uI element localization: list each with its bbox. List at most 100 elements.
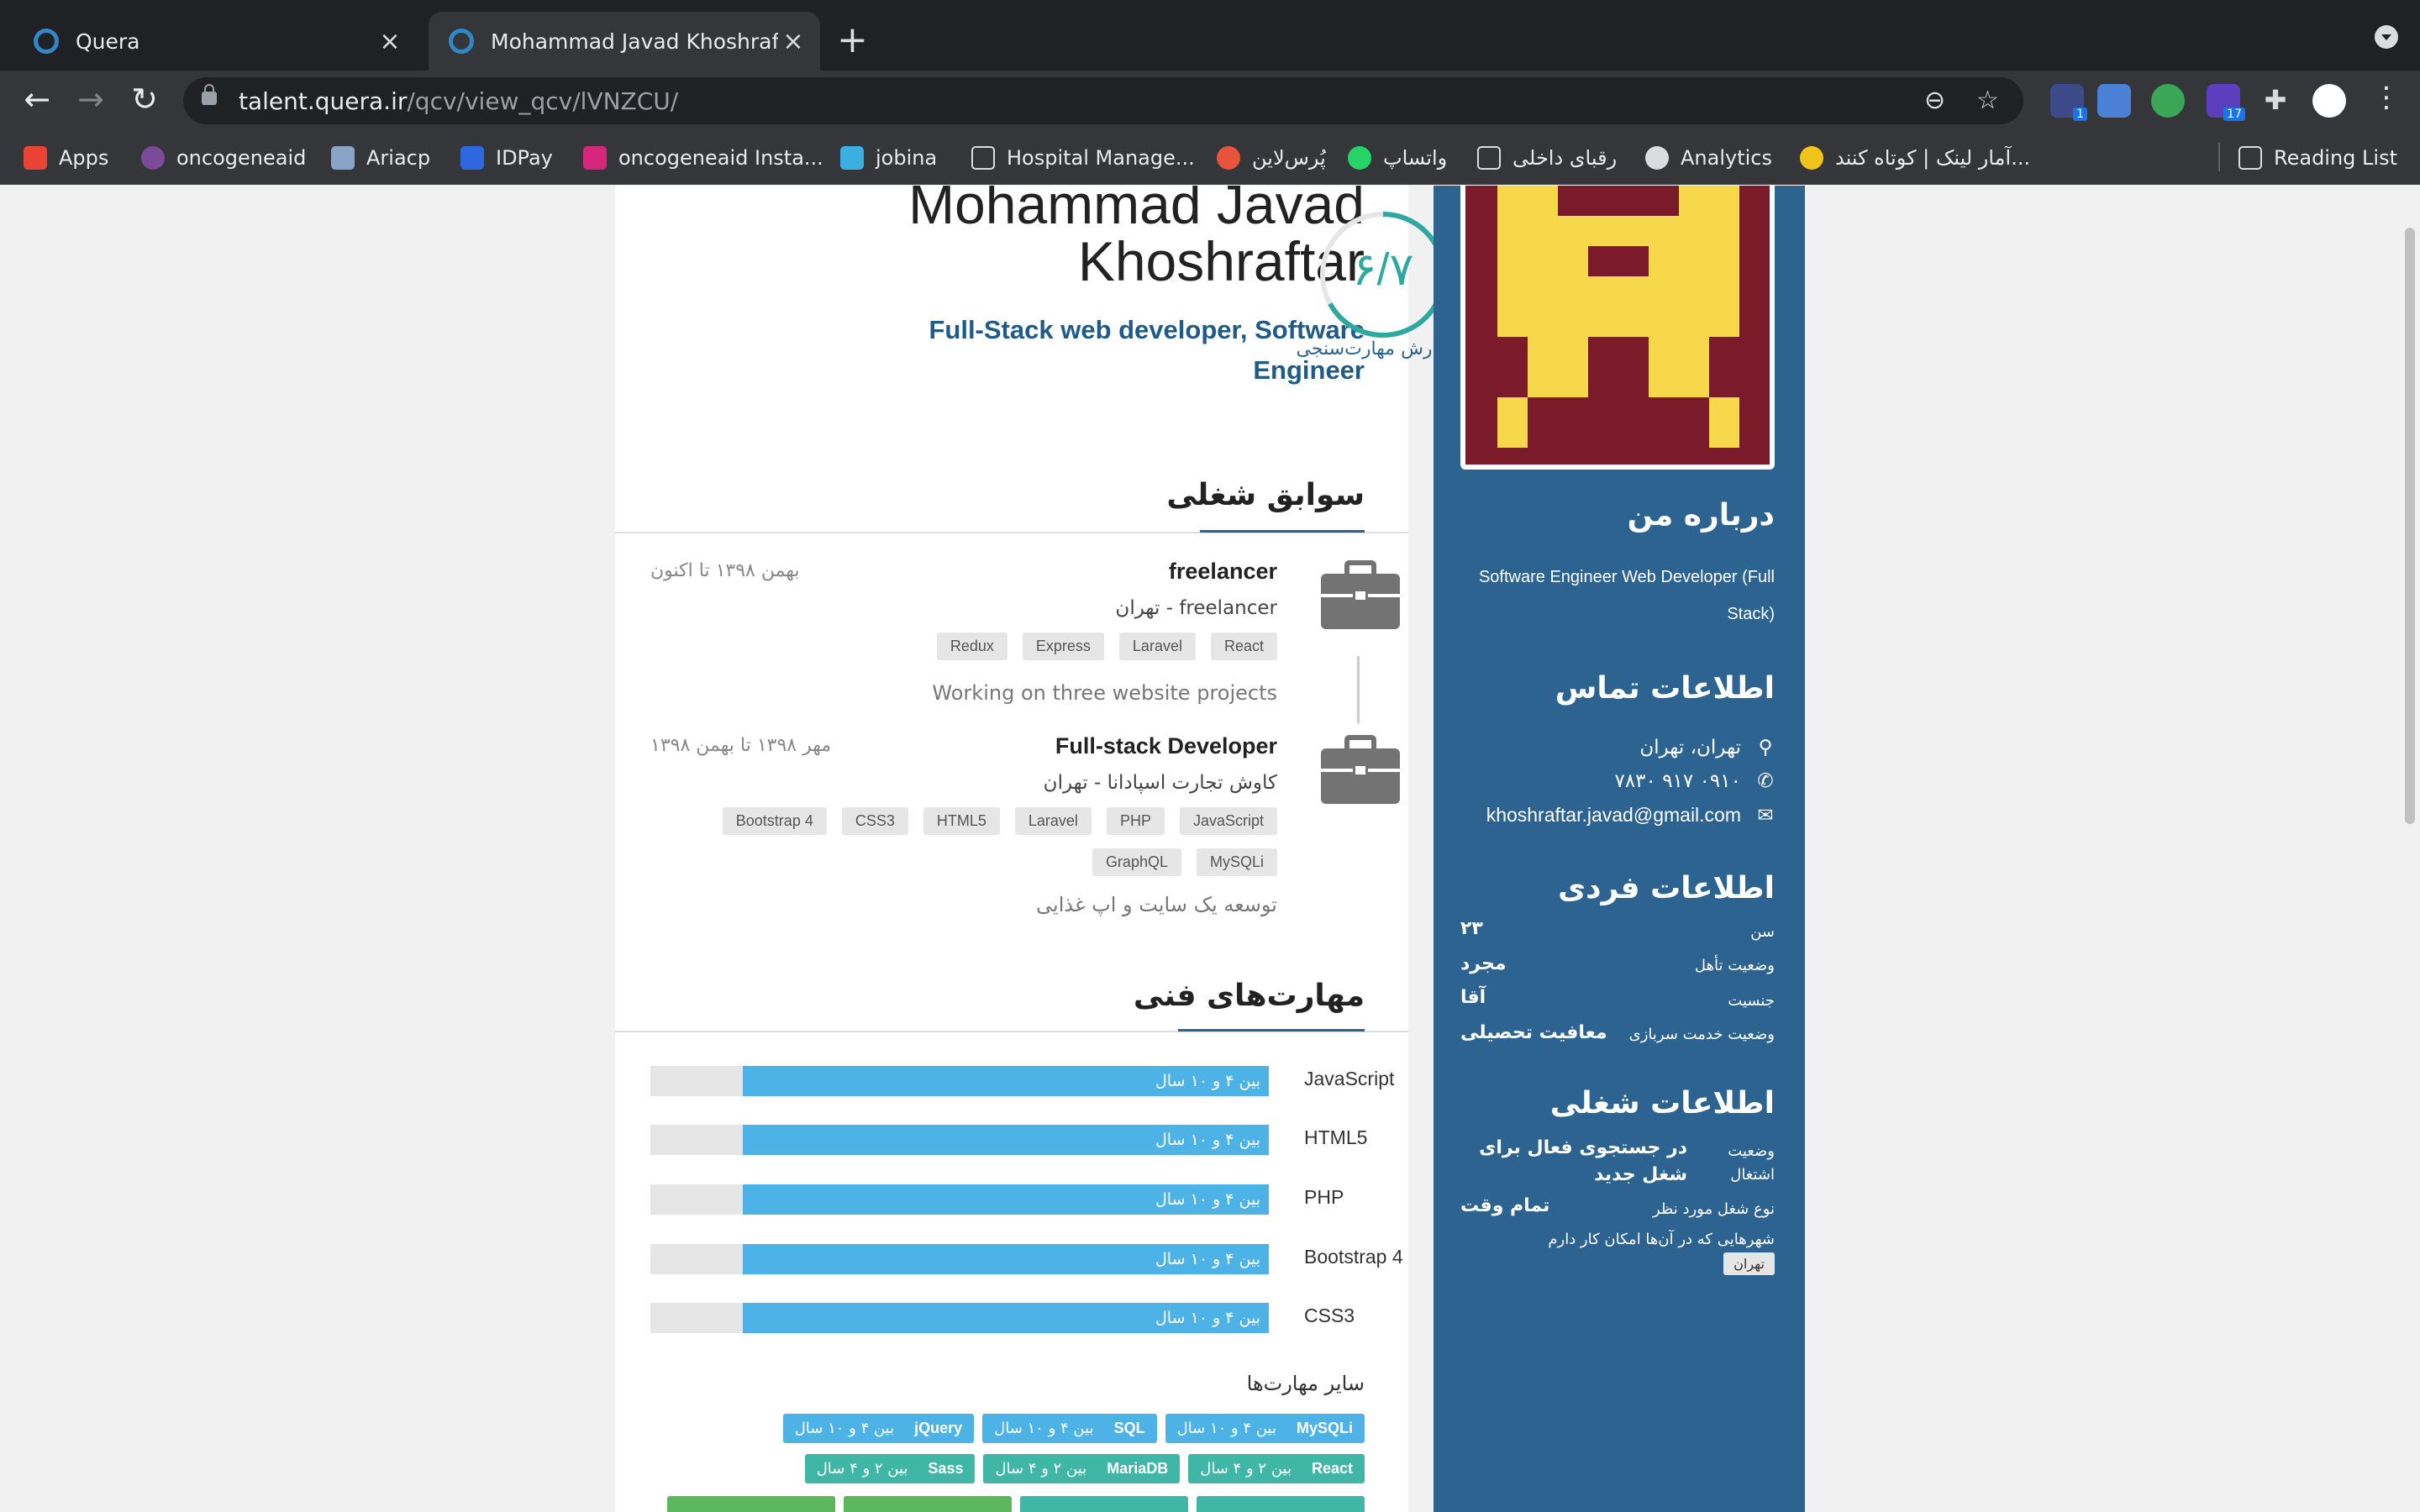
reading-list-button[interactable]: Reading List (2238, 143, 2397, 173)
tab-profile[interactable]: Mohammad Javad Khoshraftar × (429, 12, 820, 71)
profile-avatar[interactable] (2312, 84, 2346, 118)
skill-bar-fill: بین ۴ و ۱۰ سال (743, 1303, 1269, 1333)
timeline-connector (1357, 656, 1360, 723)
briefcase-icon (1318, 735, 1400, 804)
skills-title: مهارت‌های فنی (1133, 979, 1365, 1013)
personal-value: آقا (1460, 987, 1486, 1008)
job-title: freelancer (1168, 559, 1277, 584)
other-skills-title: سایر مهارت‌ها (1246, 1372, 1365, 1395)
personal-key: سن (1750, 923, 1775, 941)
extensions-puzzle-icon[interactable]: ✚ (2259, 84, 2292, 118)
tab-quera[interactable]: Quera × (13, 12, 417, 71)
bookmarks-bar: Apps oncogeneaid Ariacp IDPay oncogeneai… (0, 131, 2420, 185)
personal-key: وضعیت خدمت سربازی (1628, 1026, 1775, 1043)
bookmark-star-icon[interactable]: ☆ (1976, 86, 1999, 115)
browser-menu-icon[interactable]: ⋮ (2366, 81, 2407, 114)
other-skills-list-cut (625, 1496, 1365, 1512)
phone-icon: ✆ (1757, 770, 1774, 792)
close-tab-icon[interactable]: × (778, 27, 808, 56)
tech-tag: HTML5 (923, 807, 1000, 835)
folder-icon (971, 146, 995, 170)
employment-key: وضعیت اشتغال (1728, 1142, 1775, 1184)
skill-chip: Sass بین ۲ و ۴ سال (804, 1454, 976, 1483)
page-scrollbar[interactable] (2405, 228, 2415, 824)
skill-chip (844, 1496, 1012, 1512)
back-icon[interactable]: ← (17, 81, 57, 118)
location: ⚲ تهران، تهران (1639, 737, 1775, 759)
skill-row: بین ۴ و ۱۰ سال Bootstrap 4 (650, 1241, 1403, 1274)
bookmark-jobina[interactable]: jobina (840, 143, 937, 173)
other-skills-list: MySQLi بین ۴ و ۱۰ سال SQL بین ۴ و ۱۰ سال j… (625, 1414, 1365, 1443)
skill-chip (1197, 1496, 1365, 1512)
skill-row: بین ۴ و ۱۰ سال JavaScript (650, 1063, 1394, 1096)
close-tab-icon[interactable]: × (375, 27, 405, 56)
bookmark-link-stats[interactable]: آمار لینک | کوتاه کنند... (1800, 143, 2030, 173)
skill-chip: MySQLi بین ۴ و ۱۰ سال (1165, 1414, 1365, 1443)
new-tab-button[interactable]: + (837, 18, 868, 61)
resume-main: Mohammad Javad Khoshraftar Full-Stack we… (615, 186, 1476, 1512)
bookmark-rivals[interactable]: رقبای داخلی (1477, 143, 1617, 173)
skill-row: بین ۴ و ۱۰ سال HTML5 (650, 1121, 1368, 1155)
phone: ✆ ۰۹۱۰ ۹۱۷ ۷۸۳۰ (1614, 770, 1774, 792)
email[interactable]: ✉ khoshraftar.javad@gmail.com (1486, 804, 1775, 827)
city-tag: تهران (1723, 1252, 1775, 1275)
reading-list-icon (2238, 146, 2262, 170)
bookmark-hospital[interactable]: Hospital Manage... (971, 143, 1195, 173)
about-text: Software Engineer Web Developer (Full St… (1478, 568, 1775, 623)
bookmark-whatsapp[interactable]: واتساپ (1348, 143, 1447, 173)
skill-chip (667, 1496, 835, 1512)
translate-extension-icon[interactable] (2097, 84, 2131, 118)
porslane-icon (1217, 146, 1240, 170)
tech-tag: React (1210, 633, 1277, 660)
browser-toolbar: ← → ↻ talent.quera.ir/qcv/view_qcv/lVNZC… (0, 71, 2420, 131)
profile-sidebar: درباره من Software Engineer Web Develope… (1434, 186, 1805, 1512)
skill-name: Bootstrap 4 (1304, 1246, 1403, 1268)
extension-icon[interactable]: 17 (2207, 84, 2245, 121)
location-pin-icon: ⚲ (1758, 737, 1773, 759)
tab-search-icon[interactable] (2375, 25, 2398, 49)
tech-tag: GraphQL (1092, 848, 1181, 876)
bookmark-analytics[interactable]: Analytics (1645, 143, 1772, 173)
ariacp-icon (331, 146, 355, 170)
job-company: کاوش تجارت اسپادانا - تهران (1043, 772, 1277, 794)
cities-key: شهرهایی که در آن‌ها امکان کار دارم (1548, 1231, 1775, 1248)
job-date: مهر ۱۳۹۸ تا بهمن ۱۳۹۸ (650, 735, 832, 756)
zoom-icon[interactable]: ⊖ (1924, 86, 1945, 115)
bookmark-ariacp[interactable]: Ariacp (331, 143, 430, 173)
instagram-icon (583, 146, 607, 170)
skill-score: ۶/۷ (1352, 244, 1414, 295)
skill-chip: jQuery بین ۴ و ۱۰ سال (782, 1414, 975, 1443)
job-company: freelancer - تهران (1115, 597, 1277, 619)
bookmark-porslane[interactable]: پُرس‌لاین (1217, 143, 1326, 173)
profile-name: Mohammad Javad Khoshraftar (908, 186, 1365, 292)
bookmark-instagram[interactable]: oncogeneaid Insta... (583, 143, 823, 173)
extension-icon[interactable]: 1 (2050, 84, 2087, 121)
tech-tag: PHP (1106, 807, 1165, 835)
job-title: Full-stack Developer (1055, 733, 1277, 759)
skill-chip: React بین ۲ و ۴ سال (1188, 1454, 1365, 1483)
job-tags: JavaScript PHP Laravel HTML5 CSS3 Bootst… (655, 807, 1277, 876)
about-title: درباره من (1627, 498, 1775, 533)
tech-tag: Redux (936, 633, 1007, 660)
lock-icon (202, 84, 217, 105)
address-bar[interactable]: talent.quera.ir/qcv/view_qcv/lVNZCU/ ⊖ ☆ (183, 77, 2023, 124)
skill-row: بین ۴ و ۱۰ سال PHP (650, 1181, 1365, 1215)
tech-tag: Bootstrap 4 (722, 807, 827, 835)
reload-icon[interactable]: ↻ (124, 81, 165, 118)
forward-icon[interactable]: → (71, 81, 111, 118)
tab-strip: Quera × Mohammad Javad Khoshraftar × + (0, 0, 2420, 71)
jobtype-value: تمام وقت (1460, 1195, 1550, 1216)
extension-icon[interactable] (2151, 84, 2185, 118)
whatsapp-icon (1348, 146, 1371, 170)
tech-tag: Express (1022, 633, 1104, 660)
bookmark-apps[interactable]: Apps (24, 143, 108, 173)
personal-value: ۲۳ (1460, 918, 1483, 939)
tech-tag: Laravel (1014, 807, 1092, 835)
jobina-icon (840, 146, 864, 170)
skill-name: HTML5 (1304, 1126, 1368, 1148)
apps-grid-icon (24, 146, 47, 170)
skill-chip: SQL بین ۴ و ۱۰ سال (982, 1414, 1157, 1443)
quera-favicon-icon (34, 29, 59, 54)
bookmark-idpay[interactable]: IDPay (460, 143, 553, 173)
bookmark-oncogeneaid[interactable]: oncogeneaid (141, 143, 306, 173)
